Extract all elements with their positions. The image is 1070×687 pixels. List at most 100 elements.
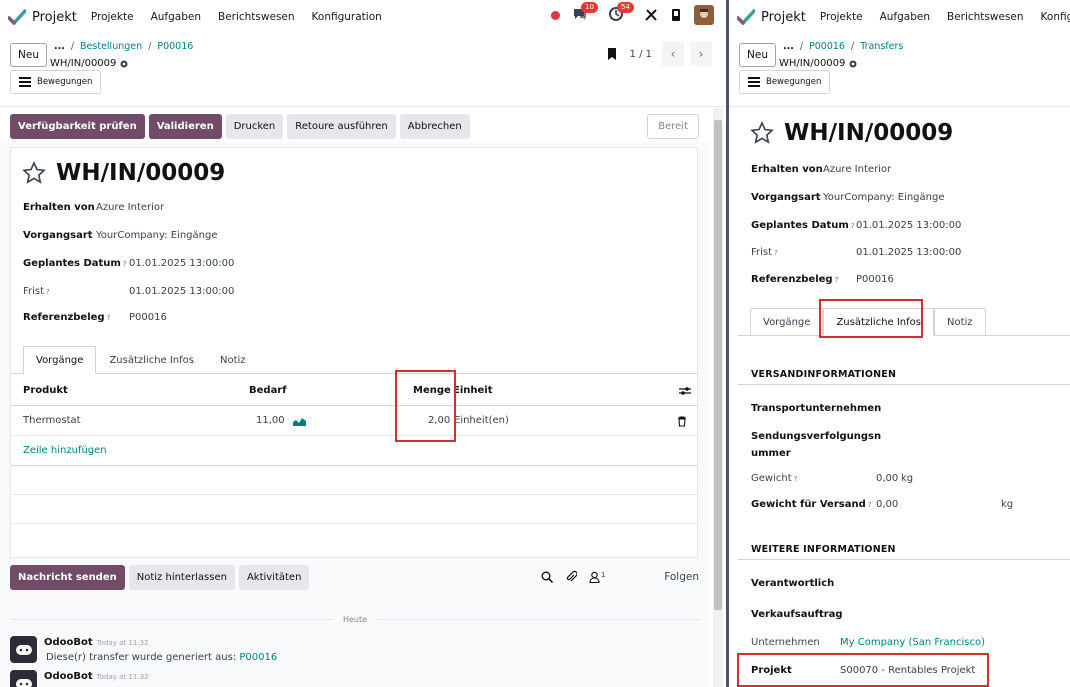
- tab-operations[interactable]: Vorgänge: [750, 308, 824, 336]
- breadcrumb-more[interactable]: ...: [783, 41, 794, 52]
- col-product[interactable]: Produkt: [23, 385, 68, 396]
- field-responsible: Verantwortlich: [751, 578, 834, 589]
- gear-icon[interactable]: [119, 59, 129, 69]
- menu-projekte[interactable]: Projekte: [91, 11, 134, 23]
- field-value[interactable]: My Company (San Francisco): [840, 637, 985, 648]
- cell-quantity[interactable]: 2,00: [428, 415, 450, 426]
- phone-icon[interactable]: [670, 8, 682, 22]
- notebook-tabs: Vorgänge Zusätzliche Infos Notiz: [738, 308, 1070, 336]
- messages-button[interactable]: 10: [572, 2, 598, 24]
- tab-note[interactable]: Notiz: [934, 308, 986, 336]
- moves-smart-button[interactable]: Bewegungen: [10, 70, 102, 94]
- message-author[interactable]: OdooBot: [44, 637, 93, 648]
- scrollbar[interactable]: [713, 108, 723, 687]
- state-badge[interactable]: Bereit: [647, 114, 699, 139]
- odoobot-avatar[interactable]: [10, 670, 37, 687]
- tools-icon[interactable]: [644, 8, 658, 22]
- menu-konfiguration[interactable]: Konfiguratio: [1041, 11, 1070, 23]
- control-panel: Neu ... / P00016 / Transfers WH/IN/00009…: [729, 34, 1070, 106]
- tab-additional-info[interactable]: Zusätzliche Infos: [823, 308, 934, 336]
- avatar-face-icon: [700, 9, 708, 18]
- column-settings-icon[interactable]: [679, 386, 691, 396]
- print-button[interactable]: Drucken: [225, 114, 284, 139]
- field-value: 01.01.2025 13:00:00: [856, 247, 962, 258]
- field-label: Sendungsverfolgungsn: [751, 431, 882, 442]
- field-scheduled-date: Geplantes Datum? 01.01.2025 13:00:00: [751, 220, 961, 231]
- forecast-chart-icon[interactable]: [293, 416, 306, 426]
- pager-previous[interactable]: ‹: [662, 42, 684, 66]
- menu-berichtswesen[interactable]: Berichtswesen: [218, 11, 295, 23]
- menu-projekte[interactable]: Projekte: [820, 11, 863, 23]
- tab-additional-info[interactable]: Zusätzliche Infos: [96, 346, 207, 374]
- field-value[interactable]: YourCompany: Eingänge: [823, 192, 945, 203]
- chevron-left-icon: ‹: [670, 47, 676, 61]
- table-row[interactable]: Thermostat 11,00 2,00 Einheit(en): [11, 406, 697, 436]
- field-value[interactable]: 0,00: [876, 499, 898, 510]
- breadcrumb-p00016[interactable]: P00016: [809, 41, 845, 52]
- breadcrumb-transfers[interactable]: Transfers: [860, 41, 903, 52]
- new-button[interactable]: Neu: [10, 43, 47, 67]
- message-author[interactable]: OdooBot: [44, 671, 93, 682]
- menu-konfiguration[interactable]: Konfiguration: [312, 11, 382, 23]
- trash-icon[interactable]: [677, 416, 687, 427]
- message-link[interactable]: P00016: [239, 652, 277, 663]
- help-icon: ?: [867, 500, 872, 509]
- pager-value[interactable]: 1 / 1: [630, 49, 652, 60]
- tab-operations[interactable]: Vorgänge: [23, 346, 97, 374]
- follow-button[interactable]: Folgen: [664, 571, 699, 583]
- search-icon[interactable]: [541, 571, 553, 583]
- star-icon[interactable]: [22, 161, 46, 185]
- field-value[interactable]: S00070 - Rentables Projekt: [840, 665, 975, 676]
- menu-aufgaben[interactable]: Aufgaben: [880, 11, 930, 23]
- pager-next[interactable]: ›: [690, 42, 712, 66]
- scrollbar-thumb[interactable]: [714, 120, 722, 610]
- field-origin: Referenzbeleg? P00016: [23, 312, 167, 323]
- validate-button[interactable]: Validieren: [148, 114, 222, 139]
- field-value[interactable]: P00016: [129, 312, 167, 323]
- new-button[interactable]: Neu: [739, 43, 776, 67]
- moves-smart-button[interactable]: Bewegungen: [739, 70, 831, 94]
- cell-product[interactable]: Thermostat: [23, 415, 81, 426]
- activities-button[interactable]: Aktivitäten: [238, 565, 310, 590]
- send-message-button[interactable]: Nachricht senden: [10, 565, 125, 590]
- tab-note[interactable]: Notiz: [207, 346, 259, 374]
- field-value[interactable]: 01.01.2025 13:00:00: [856, 220, 961, 231]
- odoobot-avatar[interactable]: [10, 636, 37, 663]
- message-body: Diese(r) transfer wurde generiert aus: P…: [46, 652, 277, 663]
- field-value[interactable]: Azure Interior: [823, 164, 891, 175]
- add-line-link[interactable]: Zeile hinzufügen: [23, 445, 107, 456]
- menu-berichtswesen[interactable]: Berichtswesen: [947, 11, 1024, 23]
- field-value: 0,00: [876, 473, 899, 484]
- field-shipping-weight: Gewicht für Versand? 0,00 kg: [751, 499, 1013, 510]
- field-value[interactable]: 01.01.2025 13:00:00: [129, 258, 234, 269]
- col-uom[interactable]: Einheit: [453, 385, 493, 396]
- check-availability-button[interactable]: Verfügbarkeit prüfen: [10, 114, 145, 139]
- right-pane: Projekt Projekte Aufgaben Berichtswesen …: [729, 0, 1070, 687]
- top-navbar: Projekt Projekte Aufgaben Berichtswesen …: [729, 0, 1070, 34]
- breadcrumb-bestellungen[interactable]: Bestellungen: [80, 41, 142, 52]
- star-icon[interactable]: [750, 121, 774, 145]
- cancel-button[interactable]: Abbrechen: [399, 114, 470, 139]
- followers-button[interactable]: 1: [589, 571, 605, 583]
- menu-aufgaben[interactable]: Aufgaben: [151, 11, 201, 23]
- paperclip-icon[interactable]: [565, 570, 577, 583]
- activities-badge: 54: [617, 2, 634, 13]
- gear-icon[interactable]: [848, 59, 858, 69]
- activities-button[interactable]: 54: [608, 2, 634, 24]
- return-button[interactable]: Retoure ausführen: [287, 114, 396, 139]
- col-quantity[interactable]: Menge: [413, 385, 451, 396]
- app-switcher[interactable]: Projekt: [737, 9, 806, 25]
- log-note-button[interactable]: Notiz hinterlassen: [128, 565, 235, 590]
- user-avatar[interactable]: [694, 5, 714, 25]
- breadcrumb-p00016[interactable]: P00016: [157, 41, 193, 52]
- breadcrumb-more[interactable]: ...: [54, 41, 65, 52]
- field-tracking: Sendungsverfolgungsn ummer: [751, 431, 881, 459]
- empty-row: [11, 495, 697, 524]
- field-value[interactable]: YourCompany: Eingänge: [96, 230, 218, 241]
- col-demand[interactable]: Bedarf: [249, 385, 287, 396]
- app-switcher[interactable]: Projekt: [8, 9, 77, 25]
- bookmark-icon[interactable]: [606, 47, 618, 61]
- app-name: Projekt: [32, 9, 77, 25]
- field-value[interactable]: P00016: [856, 274, 894, 285]
- field-value[interactable]: Azure Interior: [96, 202, 164, 213]
